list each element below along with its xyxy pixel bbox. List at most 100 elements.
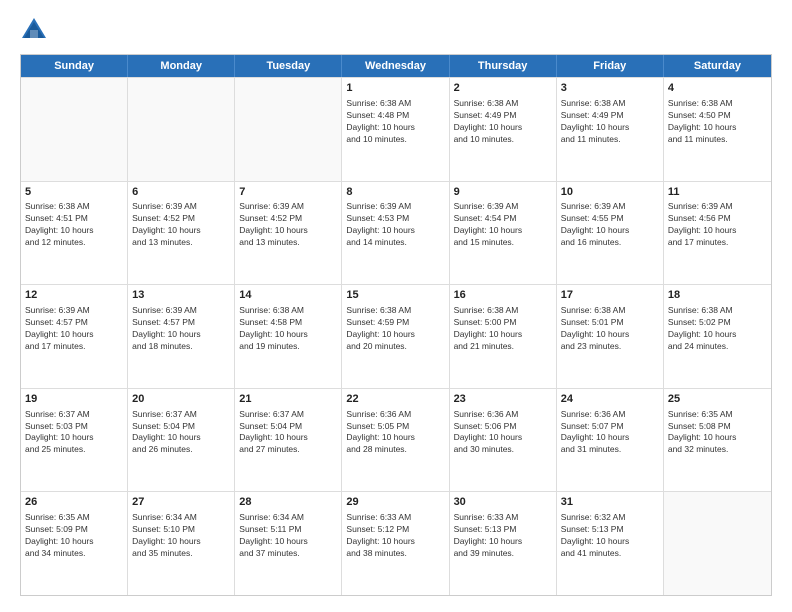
day-cell-2: 2Sunrise: 6:38 AM Sunset: 4:49 PM Daylig… xyxy=(450,78,557,181)
day-cell-8: 8Sunrise: 6:39 AM Sunset: 4:53 PM Daylig… xyxy=(342,182,449,285)
empty-cell xyxy=(21,78,128,181)
calendar-week-5: 26 Sunrise: 6:35 AM Sunset: 5:09 PM Dayli… xyxy=(21,491,771,595)
day-header-wednesday: Wednesday xyxy=(342,55,449,77)
day-number: 7 xyxy=(239,185,337,200)
day-header-monday: Monday xyxy=(128,55,235,77)
empty-cell xyxy=(664,492,771,595)
day-cell-16: 16Sunrise: 6:38 AM Sunset: 5:00 PM Dayli… xyxy=(450,285,557,388)
calendar-header: SundayMondayTuesdayWednesdayThursdayFrid… xyxy=(21,55,771,77)
day-cell-22: 22 Sunrise: 6:36 AM Sunset: 5:05 PM Dayli… xyxy=(342,389,449,492)
day-number: 4 xyxy=(668,81,767,96)
day-cell-13: 13Sunrise: 6:39 AM Sunset: 4:57 PM Dayli… xyxy=(128,285,235,388)
day-cell-17: 17Sunrise: 6:38 AM Sunset: 5:01 PM Dayli… xyxy=(557,285,664,388)
day-info: Sunrise: 6:38 AM Sunset: 5:00 PM Dayligh… xyxy=(454,305,552,353)
day-cell-9: 9Sunrise: 6:39 AM Sunset: 4:54 PM Daylig… xyxy=(450,182,557,285)
day-cell-26: 26 Sunrise: 6:35 AM Sunset: 5:09 PM Dayli… xyxy=(21,492,128,595)
day-number: 9 xyxy=(454,185,552,200)
day-info: Sunrise: 6:39 AM Sunset: 4:53 PM Dayligh… xyxy=(346,201,444,249)
day-cell-24: 24 Sunrise: 6:36 AM Sunset: 5:07 PM Dayli… xyxy=(557,389,664,492)
day-number: 20 xyxy=(132,392,230,407)
day-cell-20: 20 Sunrise: 6:37 AM Sunset: 5:04 PM Dayli… xyxy=(128,389,235,492)
day-cell-27: 27 Sunrise: 6:34 AM Sunset: 5:10 PM Dayli… xyxy=(128,492,235,595)
day-info: Sunrise: 6:39 AM Sunset: 4:54 PM Dayligh… xyxy=(454,201,552,249)
day-cell-23: 23 Sunrise: 6:36 AM Sunset: 5:06 PM Dayli… xyxy=(450,389,557,492)
calendar-week-2: 5Sunrise: 6:38 AM Sunset: 4:51 PM Daylig… xyxy=(21,181,771,285)
day-cell-4: 4 Sunrise: 6:38 AM Sunset: 4:50 PM Daylig… xyxy=(664,78,771,181)
day-number: 12 xyxy=(25,288,123,303)
day-number: 3 xyxy=(561,81,659,96)
logo xyxy=(20,16,52,44)
day-info: Sunrise: 6:38 AM Sunset: 4:50 PM Dayligh… xyxy=(668,98,767,146)
empty-cell xyxy=(128,78,235,181)
day-info: Sunrise: 6:38 AM Sunset: 4:49 PM Dayligh… xyxy=(454,98,552,146)
day-info: Sunrise: 6:38 AM Sunset: 4:58 PM Dayligh… xyxy=(239,305,337,353)
day-number: 30 xyxy=(454,495,552,510)
day-cell-14: 14 Sunrise: 6:38 AM Sunset: 4:58 PM Dayli… xyxy=(235,285,342,388)
day-cell-21: 21Sunrise: 6:37 AM Sunset: 5:04 PM Dayli… xyxy=(235,389,342,492)
day-header-saturday: Saturday xyxy=(664,55,771,77)
day-cell-25: 25 Sunrise: 6:35 AM Sunset: 5:08 PM Dayli… xyxy=(664,389,771,492)
calendar-week-3: 12 Sunrise: 6:39 AM Sunset: 4:57 PM Dayli… xyxy=(21,284,771,388)
day-number: 29 xyxy=(346,495,444,510)
day-cell-5: 5Sunrise: 6:38 AM Sunset: 4:51 PM Daylig… xyxy=(21,182,128,285)
day-info: Sunrise: 6:38 AM Sunset: 5:01 PM Dayligh… xyxy=(561,305,659,353)
day-info: Sunrise: 6:33 AM Sunset: 5:12 PM Dayligh… xyxy=(346,512,444,560)
day-info: Sunrise: 6:38 AM Sunset: 4:49 PM Dayligh… xyxy=(561,98,659,146)
day-info: Sunrise: 6:36 AM Sunset: 5:07 PM Dayligh… xyxy=(561,409,659,457)
day-number: 5 xyxy=(25,185,123,200)
day-info: Sunrise: 6:34 AM Sunset: 5:11 PM Dayligh… xyxy=(239,512,337,560)
day-cell-6: 6Sunrise: 6:39 AM Sunset: 4:52 PM Daylig… xyxy=(128,182,235,285)
day-info: Sunrise: 6:39 AM Sunset: 4:55 PM Dayligh… xyxy=(561,201,659,249)
day-info: Sunrise: 6:34 AM Sunset: 5:10 PM Dayligh… xyxy=(132,512,230,560)
day-number: 8 xyxy=(346,185,444,200)
day-cell-11: 11Sunrise: 6:39 AM Sunset: 4:56 PM Dayli… xyxy=(664,182,771,285)
day-number: 28 xyxy=(239,495,337,510)
day-number: 14 xyxy=(239,288,337,303)
day-info: Sunrise: 6:39 AM Sunset: 4:52 PM Dayligh… xyxy=(239,201,337,249)
day-header-thursday: Thursday xyxy=(450,55,557,77)
day-cell-29: 29 Sunrise: 6:33 AM Sunset: 5:12 PM Dayli… xyxy=(342,492,449,595)
day-number: 10 xyxy=(561,185,659,200)
day-info: Sunrise: 6:38 AM Sunset: 5:02 PM Dayligh… xyxy=(668,305,767,353)
day-header-tuesday: Tuesday xyxy=(235,55,342,77)
day-number: 1 xyxy=(346,81,444,96)
calendar: SundayMondayTuesdayWednesdayThursdayFrid… xyxy=(20,54,772,596)
day-info: Sunrise: 6:35 AM Sunset: 5:08 PM Dayligh… xyxy=(668,409,767,457)
calendar-week-1: 1 Sunrise: 6:38 AM Sunset: 4:48 PM Daylig… xyxy=(21,77,771,181)
day-cell-1: 1 Sunrise: 6:38 AM Sunset: 4:48 PM Daylig… xyxy=(342,78,449,181)
day-info: Sunrise: 6:39 AM Sunset: 4:52 PM Dayligh… xyxy=(132,201,230,249)
day-number: 21 xyxy=(239,392,337,407)
day-info: Sunrise: 6:38 AM Sunset: 4:51 PM Dayligh… xyxy=(25,201,123,249)
day-cell-3: 3 Sunrise: 6:38 AM Sunset: 4:49 PM Daylig… xyxy=(557,78,664,181)
day-info: Sunrise: 6:38 AM Sunset: 4:59 PM Dayligh… xyxy=(346,305,444,353)
day-number: 6 xyxy=(132,185,230,200)
day-info: Sunrise: 6:36 AM Sunset: 5:05 PM Dayligh… xyxy=(346,409,444,457)
empty-cell xyxy=(235,78,342,181)
day-info: Sunrise: 6:32 AM Sunset: 5:13 PM Dayligh… xyxy=(561,512,659,560)
calendar-week-4: 19Sunrise: 6:37 AM Sunset: 5:03 PM Dayli… xyxy=(21,388,771,492)
calendar-body: 1 Sunrise: 6:38 AM Sunset: 4:48 PM Daylig… xyxy=(21,77,771,595)
day-info: Sunrise: 6:39 AM Sunset: 4:57 PM Dayligh… xyxy=(132,305,230,353)
day-cell-12: 12Sunrise: 6:39 AM Sunset: 4:57 PM Dayli… xyxy=(21,285,128,388)
day-info: Sunrise: 6:38 AM Sunset: 4:48 PM Dayligh… xyxy=(346,98,444,146)
day-number: 18 xyxy=(668,288,767,303)
day-info: Sunrise: 6:37 AM Sunset: 5:04 PM Dayligh… xyxy=(132,409,230,457)
day-number: 22 xyxy=(346,392,444,407)
day-number: 24 xyxy=(561,392,659,407)
day-number: 25 xyxy=(668,392,767,407)
day-info: Sunrise: 6:39 AM Sunset: 4:56 PM Dayligh… xyxy=(668,201,767,249)
day-cell-18: 18 Sunrise: 6:38 AM Sunset: 5:02 PM Dayli… xyxy=(664,285,771,388)
day-info: Sunrise: 6:35 AM Sunset: 5:09 PM Dayligh… xyxy=(25,512,123,560)
day-cell-30: 30 Sunrise: 6:33 AM Sunset: 5:13 PM Dayli… xyxy=(450,492,557,595)
day-cell-15: 15 Sunrise: 6:38 AM Sunset: 4:59 PM Dayli… xyxy=(342,285,449,388)
day-number: 31 xyxy=(561,495,659,510)
day-cell-19: 19Sunrise: 6:37 AM Sunset: 5:03 PM Dayli… xyxy=(21,389,128,492)
day-number: 23 xyxy=(454,392,552,407)
day-number: 15 xyxy=(346,288,444,303)
day-cell-7: 7Sunrise: 6:39 AM Sunset: 4:52 PM Daylig… xyxy=(235,182,342,285)
day-number: 26 xyxy=(25,495,123,510)
day-info: Sunrise: 6:37 AM Sunset: 5:03 PM Dayligh… xyxy=(25,409,123,457)
day-info: Sunrise: 6:36 AM Sunset: 5:06 PM Dayligh… xyxy=(454,409,552,457)
day-info: Sunrise: 6:33 AM Sunset: 5:13 PM Dayligh… xyxy=(454,512,552,560)
day-number: 27 xyxy=(132,495,230,510)
